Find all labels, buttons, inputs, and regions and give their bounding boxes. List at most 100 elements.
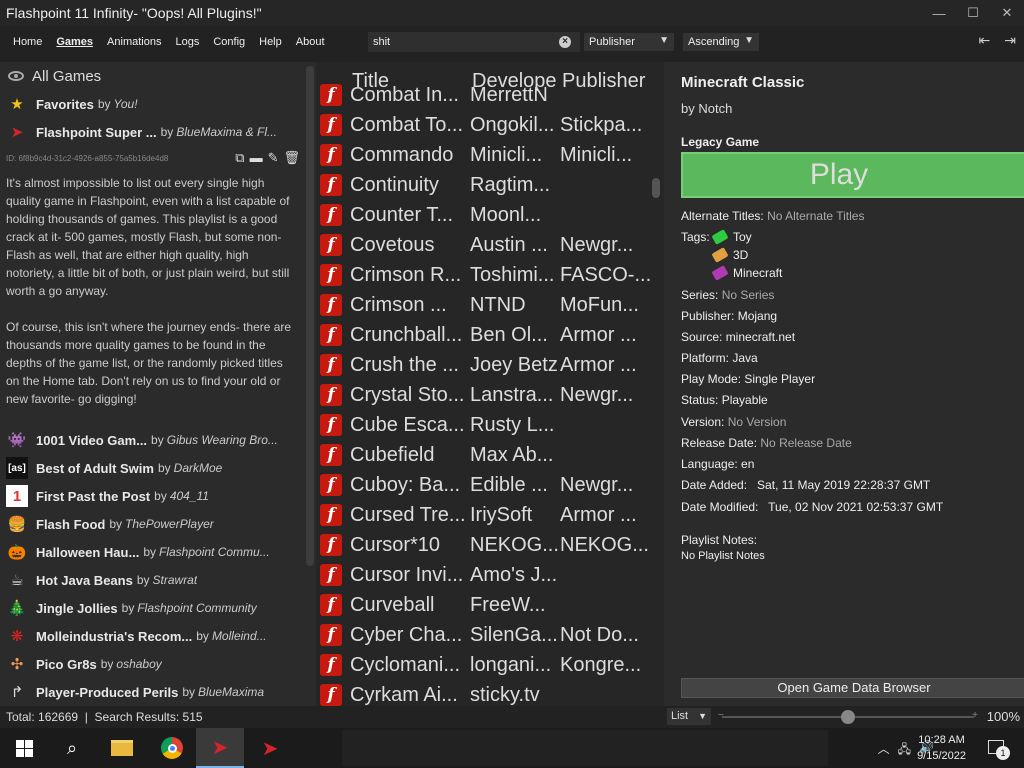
search-taskbar-icon[interactable]: ⌕ (48, 728, 96, 768)
playlist-item[interactable]: [as] Best of Adult Swim by DarkMoe (0, 454, 300, 482)
zoom-slider-knob[interactable] (841, 710, 855, 724)
game-publisher-cell: FASCO-... (560, 263, 650, 286)
menu-item-animations[interactable]: Animations (100, 36, 168, 48)
flash-platform-icon: f (320, 324, 342, 346)
game-row[interactable]: f Cubefield Max Ab... (320, 440, 650, 470)
number-one-icon: 1 (6, 485, 28, 507)
playlist-item[interactable]: ★ Favorites by You! (0, 90, 300, 118)
playlist-item[interactable]: 🍔 Flash Food by ThePowerPlayer (0, 510, 300, 538)
playlist-item[interactable]: ↱ Player-Produced Perils by BlueMaxima (0, 678, 300, 706)
game-row[interactable]: f Cursor*10 NEKOG... NEKOG... (320, 530, 650, 560)
menu-item-home[interactable]: Home (6, 36, 49, 48)
zoom-slider[interactable]: − + (718, 710, 978, 724)
game-row[interactable]: f Cursed Tre... IriySoft Armor ... (320, 500, 650, 530)
game-row[interactable]: f Cube Esca... Rusty L... (320, 410, 650, 440)
clock[interactable]: 10:28 AM 9/15/2022 (917, 732, 966, 764)
playlist-author: You! (113, 97, 138, 111)
order-by-select[interactable]: Publisher ▼ (584, 33, 674, 51)
search-box[interactable]: × (368, 32, 580, 52)
game-row[interactable]: f Cuboy: Ba... Edible ... Newgr... (320, 470, 650, 500)
playlist-name: Favorites (36, 96, 94, 112)
game-row[interactable]: f Crimson ... NTND MoFun... (320, 290, 650, 320)
menu-item-config[interactable]: Config (206, 36, 252, 48)
menu-item-about[interactable]: About (289, 36, 332, 48)
menu-item-games[interactable]: Games (49, 36, 100, 48)
flash-platform-icon: f (320, 354, 342, 376)
chrome-icon[interactable] (148, 728, 196, 768)
game-row[interactable]: f Cyclomani... longani... Kongre... (320, 650, 650, 680)
file-explorer-icon[interactable] (98, 728, 146, 768)
game-row[interactable]: f Cyrkam Ai... sticky.tv (320, 680, 650, 706)
tag-icon (711, 229, 729, 245)
delete-icon[interactable]: 🗑 (283, 150, 300, 166)
game-row[interactable]: f Cyber Cha... SilenGa... Not Do... (320, 620, 650, 650)
tag-item[interactable]: 3D (711, 247, 748, 263)
playlist-name: Molleindustria's Recom... (36, 628, 193, 644)
game-developer-cell: Minicli... (470, 143, 543, 166)
play-button[interactable]: Play (681, 152, 1024, 198)
game-row[interactable]: f Cursor Invi... Amo's J... (320, 560, 650, 590)
game-title-cell: Cyclomani... (350, 653, 461, 676)
maximize-button[interactable]: ☐ (956, 5, 990, 21)
game-row[interactable]: f Crush the ... Joey Betz Armor ... (320, 350, 650, 380)
version-value: No Version (727, 415, 787, 429)
order-direction-select[interactable]: Ascending ▼ (683, 33, 759, 51)
game-row[interactable]: f Curveball FreeW... (320, 590, 650, 620)
toggle-left-sidebar-icon[interactable]: ⇤ (979, 32, 991, 49)
playlist-item[interactable]: ☕ Hot Java Beans by Strawrat (0, 566, 300, 594)
description-paragraph: Of course, this isn't where the journey … (6, 320, 292, 406)
open-game-data-button[interactable]: Open Game Data Browser (681, 678, 1024, 698)
clear-search-icon[interactable]: × (559, 36, 571, 48)
edit-icon[interactable]: ✎ (268, 150, 279, 166)
menu-bar: HomeGamesAnimationsLogsConfigHelpAbout ×… (0, 28, 1024, 56)
game-row[interactable]: f Combat In... MerrettN (320, 80, 650, 110)
network-icon[interactable]: 🖧 (898, 740, 911, 761)
game-publisher-cell: Armor ... (560, 503, 637, 526)
playlist-item[interactable]: ❋ Molleindustria's Recom... by Molleind... (0, 622, 300, 650)
game-row[interactable]: f Covetous Austin ... Newgr... (320, 230, 650, 260)
sidebar-scrollbar[interactable] (306, 66, 314, 566)
playlist-item[interactable]: 1 First Past the Post by 404_11 (0, 482, 300, 510)
toggle-right-sidebar-icon[interactable]: ⇥ (1004, 32, 1016, 49)
game-title-cell: Cyber Cha... (350, 623, 463, 646)
game-row[interactable]: f Combat To... Ongokil... Stickpa... (320, 110, 650, 140)
share-arrow-icon: ↱ (10, 684, 24, 701)
game-row[interactable]: f Crunchball... Ben Ol... Armor ... (320, 320, 650, 350)
playlist-item[interactable]: ➤ Flashpoint Super ... by BlueMaxima & Fl..… (0, 118, 300, 146)
start-button[interactable] (0, 728, 48, 768)
playlist-by: by (97, 97, 111, 111)
game-row[interactable]: f Commando Minicli... Minicli... (320, 140, 650, 170)
duplicate-icon[interactable]: ⧉ (235, 150, 244, 166)
zoom-out-icon[interactable]: − (718, 710, 724, 721)
game-row[interactable]: f Crimson R... Toshimi... FASCO-... (320, 260, 650, 290)
flash-platform-icon: f (320, 174, 342, 196)
taskbar-empty-area (342, 730, 828, 766)
zoom-in-icon[interactable]: + (972, 710, 978, 721)
view-mode-select[interactable]: List ▼ (667, 708, 711, 725)
molleindustria-icon: ❋ (10, 628, 24, 645)
chevron-up-icon[interactable]: ︿ (878, 740, 890, 761)
menu-item-help[interactable]: Help (252, 36, 289, 48)
minimize-button[interactable]: — (922, 6, 956, 21)
playlist-item[interactable]: 🎄 Jingle Jollies by Flashpoint Community (0, 594, 300, 622)
playlist-item[interactable]: 🎃 Halloween Hau... by Flashpoint Commu... (0, 538, 300, 566)
search-input[interactable] (369, 36, 559, 48)
playlist-item[interactable]: ✣ Pico Gr8s by oshaboy (0, 650, 300, 678)
game-list-scrollbar[interactable] (652, 178, 660, 198)
export-icon[interactable]: ▬ (250, 150, 263, 166)
flashpoint-launcher-taskbar-icon[interactable]: ➤ (246, 728, 294, 768)
tag-item[interactable]: Minecraft (711, 265, 782, 281)
menu-item-logs[interactable]: Logs (168, 36, 206, 48)
close-button[interactable]: ✕ (990, 5, 1024, 21)
game-row[interactable]: f Crystal Sto... Lanstra... Newgr... (320, 380, 650, 410)
tag-item[interactable]: Toy (711, 229, 752, 245)
flashpoint-taskbar-icon[interactable]: ➤ (196, 728, 244, 768)
all-games-item[interactable]: All Games (0, 62, 316, 90)
playlist-name: Best of Adult Swim (36, 460, 154, 476)
playlist-item[interactable]: 👾 1001 Video Gam... by Gibus Wearing Bro... (0, 426, 300, 454)
game-row[interactable]: f Continuity Ragtim... (320, 170, 650, 200)
playlist-sidebar: All Games ★ Favorites by You! ➤ Flashpoint Su… (0, 62, 316, 706)
game-title-cell: Continuity (350, 173, 439, 196)
playlist-author: BlueMaxima & Fl... (176, 125, 278, 139)
game-row[interactable]: f Counter T... Moonl... (320, 200, 650, 230)
